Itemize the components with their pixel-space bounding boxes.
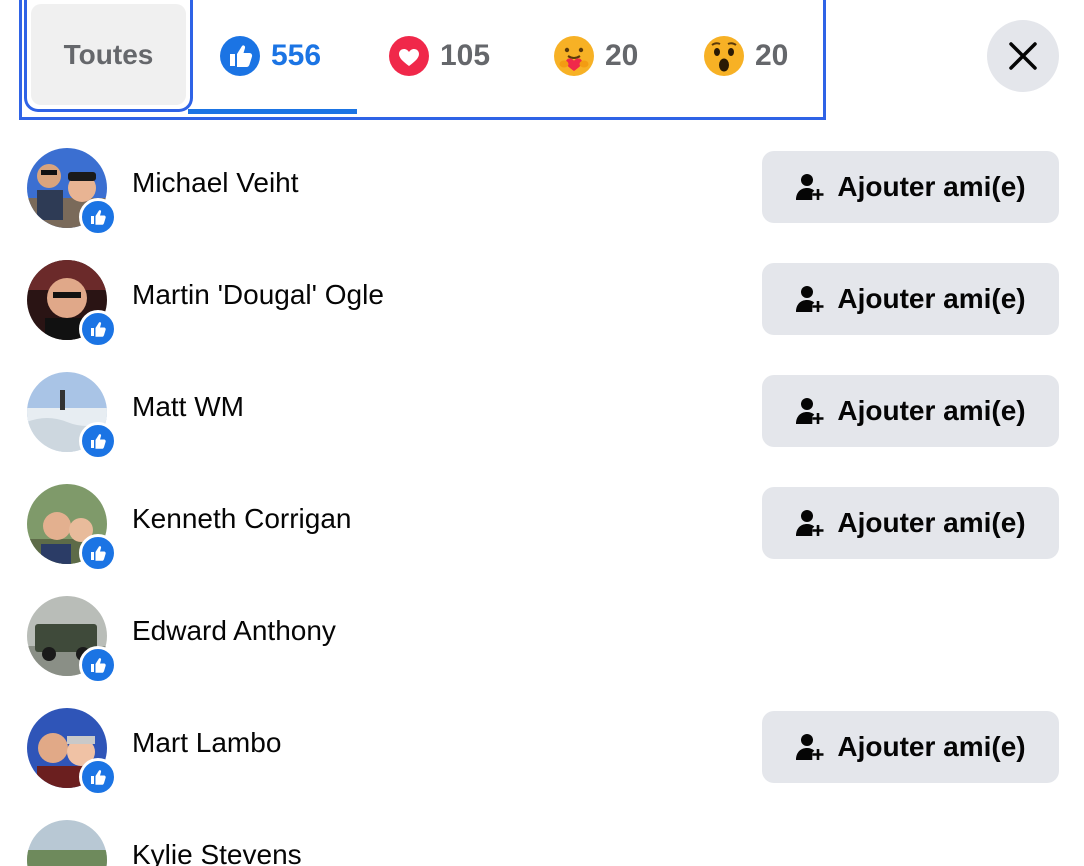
person-name[interactable]: Kenneth Corrigan [132,503,351,535]
add-friend-icon [796,510,824,536]
add-friend-label: Ajouter ami(e) [837,731,1026,762]
tab-care-count: 20 [605,39,639,72]
tab-love-count: 105 [440,39,491,72]
avatar[interactable] [27,260,117,348]
avatar[interactable] [27,596,117,684]
tab-care[interactable]: 20 [553,0,638,112]
list-item: Matt WM Ajouter ami(e) [0,335,1084,460]
avatar[interactable] [27,372,117,460]
close-button[interactable] [987,20,1059,92]
tab-love[interactable]: 105 [388,0,490,112]
avatar[interactable] [27,484,117,572]
tab-all[interactable]: Toutes [24,0,193,112]
add-friend-label: Ajouter ami(e) [837,507,1026,538]
person-name[interactable]: Mart Lambo [132,727,281,759]
avatar[interactable] [27,148,117,236]
person-name[interactable]: Kylie Stevens [132,839,302,866]
add-friend-button[interactable]: Ajouter ami(e) [762,151,1059,223]
add-friend-icon [796,174,824,200]
like-reaction-icon [220,36,260,76]
add-friend-label: Ajouter ami(e) [837,283,1026,314]
person-name[interactable]: Michael Veiht [132,167,299,199]
person-name[interactable]: Matt WM [132,391,244,423]
care-reaction-icon [554,36,594,76]
person-name[interactable]: Edward Anthony [132,615,336,647]
add-friend-icon [796,286,824,312]
profile-photo [27,820,107,866]
person-name[interactable]: Martin 'Dougal' Ogle [132,279,384,311]
tab-all-label: Toutes [31,4,186,105]
add-friend-icon [796,398,824,424]
add-friend-button[interactable]: Ajouter ami(e) [762,263,1059,335]
add-friend-label: Ajouter ami(e) [837,395,1026,426]
tab-like-count: 556 [271,39,322,72]
add-friend-button[interactable]: Ajouter ami(e) [762,375,1059,447]
list-item: Mart Lambo Ajouter ami(e) [0,671,1084,796]
tab-like[interactable]: 556 [219,0,321,112]
list-item: Kenneth Corrigan Ajouter ami(e) [0,447,1084,572]
list-item: Kylie Stevens [0,783,1084,866]
add-friend-icon [796,734,824,760]
avatar[interactable] [27,708,117,796]
wow-reaction-icon [704,36,744,76]
add-friend-button[interactable]: Ajouter ami(e) [762,487,1059,559]
tab-wow-count: 20 [755,39,789,72]
list-item: Edward Anthony [0,559,1084,684]
avatar[interactable] [27,820,107,866]
add-friend-label: Ajouter ami(e) [837,171,1026,202]
add-friend-button[interactable]: Ajouter ami(e) [762,711,1059,783]
list-item: Martin 'Dougal' Ogle Ajouter ami(e) [0,223,1084,348]
close-icon [1009,42,1037,70]
list-item: Michael Veiht Ajouter ami(e) [0,111,1084,236]
love-reaction-icon [389,36,429,76]
tab-wow[interactable]: 20 [703,0,788,112]
